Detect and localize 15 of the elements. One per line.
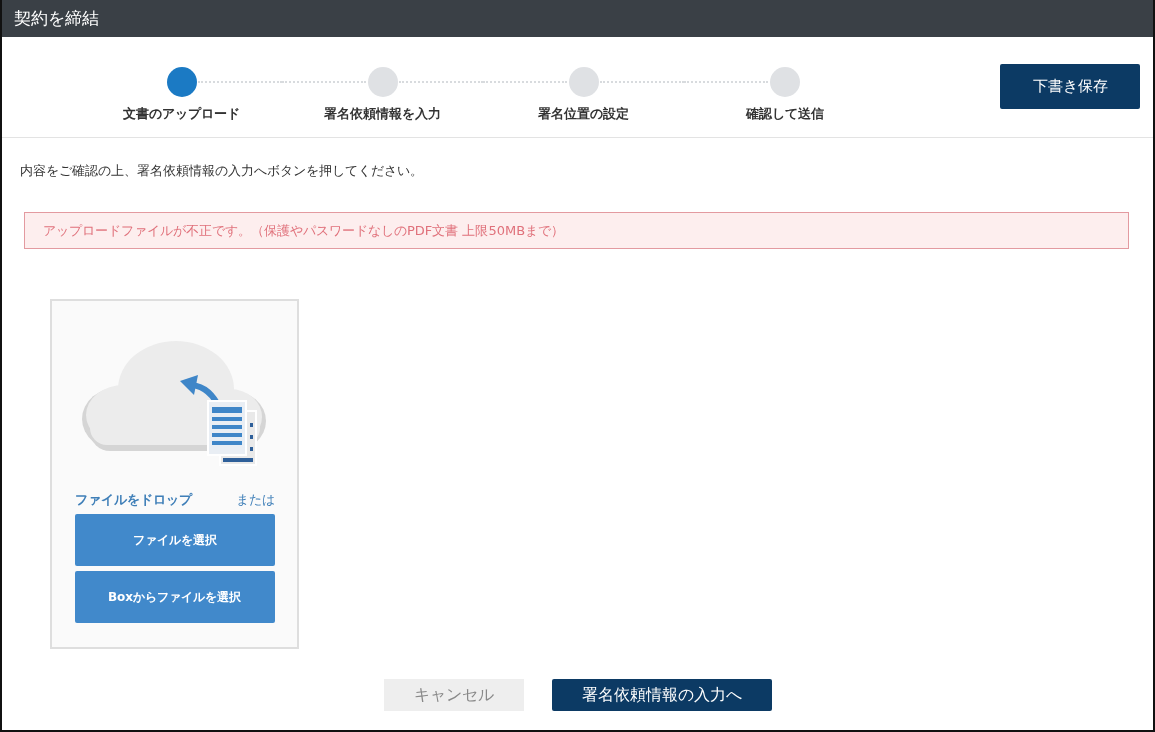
select-file-button[interactable]: ファイルを選択 bbox=[74, 514, 275, 566]
instruction-text: 内容をご確認の上、署名依頼情報の入力へボタンを押してください。 bbox=[20, 162, 424, 180]
error-message: アップロードファイルが不正です。（保護やパスワードなしのPDF文書 上限50MBまで） bbox=[43, 221, 565, 240]
step-label: 文書のアップロード bbox=[123, 105, 240, 123]
cancel-button[interactable]: キャンセル bbox=[383, 679, 524, 711]
step-label: 署名依頼情報を入力 bbox=[324, 105, 441, 123]
step-label: 確認して送信 bbox=[745, 105, 824, 123]
step-label: 署名位置の設定 bbox=[538, 105, 629, 123]
or-label: または bbox=[235, 491, 275, 509]
select-file-button[interactable]: Boxからファイルを選択 bbox=[74, 571, 275, 623]
next-button[interactable]: 署名依頼情報の入力へ bbox=[551, 679, 772, 711]
window-title: 契約を締結 bbox=[14, 7, 99, 30]
drop-label: ファイルをドロップ bbox=[74, 491, 192, 509]
upload-dropzone[interactable]: ファイルをドロップ または ファイルを選択 Boxからファイルを選択 bbox=[50, 299, 299, 649]
save-draft-button[interactable]: 下書き保存 bbox=[1000, 64, 1140, 109]
